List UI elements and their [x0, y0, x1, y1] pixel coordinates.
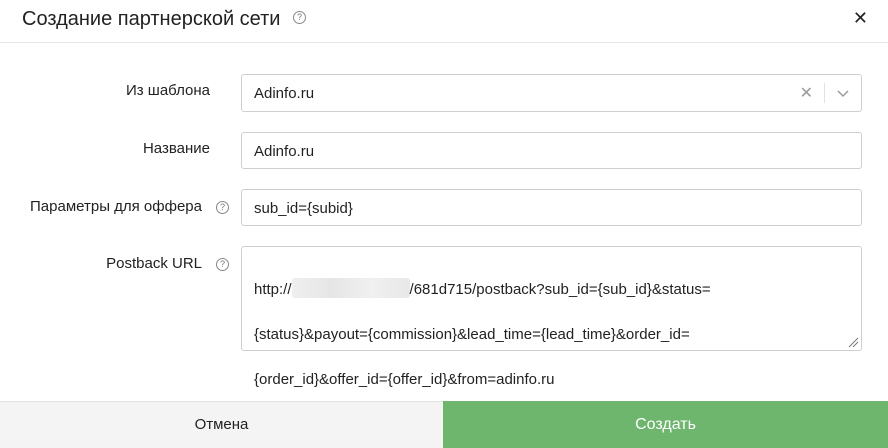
- select-separator: [824, 83, 825, 103]
- cancel-button[interactable]: Отмена: [0, 401, 443, 448]
- postback-url-label: Postback URL: [106, 255, 202, 272]
- dialog-header: Создание партнерской сети ? ✕: [0, 0, 888, 43]
- postback-url-line2: {status}&payout={commission}&lead_time={…: [254, 325, 690, 343]
- create-button[interactable]: Создать: [443, 401, 888, 448]
- postback-url-line3: {order_id}&offer_id={offer_id}&from=adin…: [254, 370, 555, 388]
- offer-params-help-icon[interactable]: ?: [216, 201, 229, 214]
- offer-params-input-value: sub_id={subid}: [254, 200, 353, 217]
- dialog-title: Создание партнерской сети: [22, 8, 281, 30]
- dialog-footer: Отмена Создать: [0, 401, 888, 448]
- resize-handle-icon[interactable]: [847, 336, 859, 348]
- offer-params-input[interactable]: sub_id={subid}: [241, 189, 862, 226]
- name-input[interactable]: Adinfo.ru: [241, 132, 862, 169]
- clear-icon[interactable]: ✕: [800, 83, 813, 103]
- postback-url-help-icon[interactable]: ?: [216, 258, 229, 271]
- postback-url-line1: /681d715/postback?sub_id={sub_id}&status…: [409, 280, 711, 298]
- postback-url-prefix: http://: [254, 280, 292, 298]
- template-select-value: Adinfo.ru: [254, 85, 315, 102]
- postback-url-textarea[interactable]: http:// /681d715/postback?sub_id={sub_id}…: [241, 246, 862, 388]
- template-select[interactable]: Adinfo.ru ✕: [241, 74, 862, 112]
- chevron-down-icon[interactable]: [837, 87, 849, 99]
- name-input-value: Adinfo.ru: [254, 143, 315, 160]
- help-icon[interactable]: ?: [293, 11, 306, 24]
- close-icon[interactable]: ✕: [853, 8, 868, 28]
- name-label: Название: [142, 140, 210, 157]
- offer-params-label: Параметры для оффера: [30, 198, 202, 215]
- template-label: Из шаблона: [125, 82, 210, 99]
- redacted-segment: [291, 277, 410, 298]
- postback-url-value: http:// /681d715/postback?sub_id={sub_id}…: [254, 255, 841, 414]
